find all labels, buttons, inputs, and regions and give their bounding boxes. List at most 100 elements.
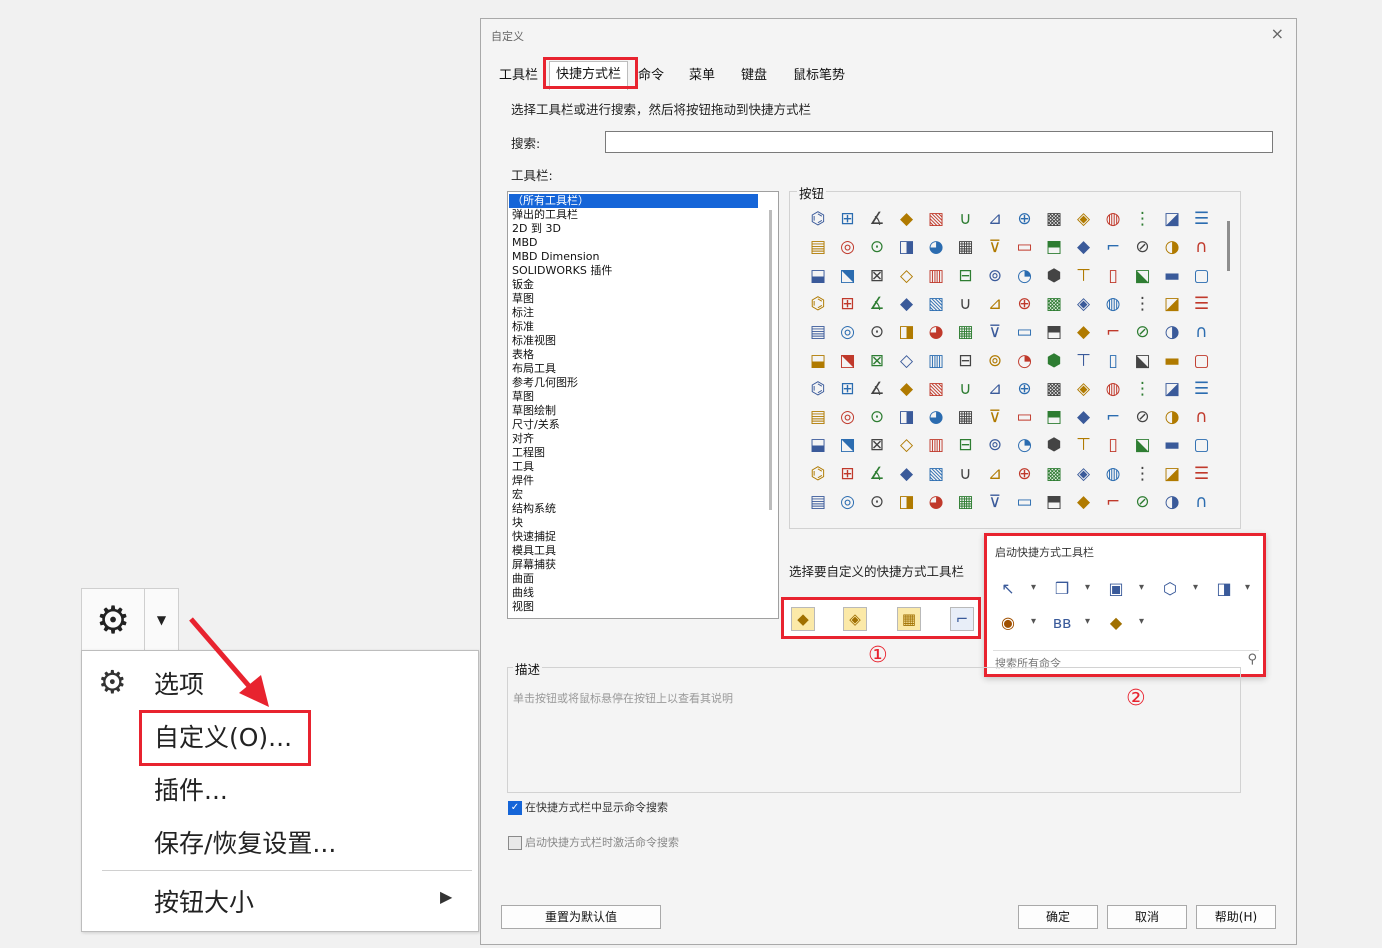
chevron-down-icon[interactable]: ▾ bbox=[1085, 616, 1090, 627]
toolbar-button-icon[interactable]: ◑ bbox=[1161, 406, 1183, 428]
toolbar-button-icon[interactable]: ◑ bbox=[1161, 321, 1183, 343]
toolbar-list-item[interactable]: 2D 到 3D bbox=[512, 222, 561, 236]
toolbar-button-icon[interactable]: ▦ bbox=[955, 491, 977, 513]
toolbar-button-icon[interactable]: ⬕ bbox=[1132, 350, 1154, 372]
toolbar-button-icon[interactable]: ∡ bbox=[866, 208, 888, 230]
toolbar-list-item[interactable]: 标注 bbox=[512, 306, 534, 320]
toolbar-button-icon[interactable]: ◍ bbox=[1102, 463, 1124, 485]
toolbar-button-icon[interactable]: ▢ bbox=[1191, 350, 1213, 372]
toolbar-list-item[interactable]: 表格 bbox=[512, 348, 534, 362]
toolbar-button-icon[interactable]: ▤ bbox=[807, 406, 829, 428]
toolbar-button-icon[interactable]: ∪ bbox=[955, 463, 977, 485]
toolbar-button-icon[interactable]: ◨ bbox=[896, 491, 918, 513]
toolbar-button-icon[interactable]: ∪ bbox=[955, 293, 977, 315]
toolbar-button-icon[interactable]: ⬒ bbox=[1043, 321, 1065, 343]
appearance-icon[interactable]: ◆ bbox=[1105, 612, 1127, 634]
toolbar-button-icon[interactable]: ◑ bbox=[1161, 236, 1183, 258]
toolbar-button-icon[interactable]: ⊙ bbox=[866, 406, 888, 428]
toolbar-button-icon[interactable]: ⬒ bbox=[1043, 406, 1065, 428]
toolbar-list-item[interactable]: 标准 bbox=[512, 320, 534, 334]
display-icon[interactable]: ◉ bbox=[997, 612, 1019, 634]
part-icon[interactable]: ◆ bbox=[791, 607, 815, 631]
toolbar-button-icon[interactable]: ⊕ bbox=[1014, 208, 1036, 230]
toolbar-button-icon[interactable]: ⬒ bbox=[1043, 236, 1065, 258]
toolbar-button-icon[interactable]: ⌬ bbox=[807, 463, 829, 485]
toolbar-button-icon[interactable]: ☰ bbox=[1191, 463, 1213, 485]
toolbar-list-item[interactable]: 对齐 bbox=[512, 432, 534, 446]
chevron-down-icon[interactable]: ▾ bbox=[1031, 616, 1036, 627]
toolbar-button-icon[interactable]: ◎ bbox=[837, 321, 859, 343]
toolbar-button-icon[interactable]: ⊚ bbox=[984, 265, 1006, 287]
toolbar-list[interactable]: （所有工具栏） 弹出的工具栏 2D 到 3D MBD MBD Dimension SOLI… bbox=[507, 191, 779, 619]
toolbar-button-icon[interactable]: ∡ bbox=[866, 463, 888, 485]
tab-mouse-gestures[interactable]: 鼠标笔势 bbox=[793, 63, 845, 89]
close-icon[interactable]: × bbox=[1271, 24, 1284, 43]
toolbar-button-icon[interactable]: ⌐ bbox=[1102, 406, 1124, 428]
toolbar-button-icon[interactable]: ◆ bbox=[896, 208, 918, 230]
toolbar-button-icon[interactable]: ▭ bbox=[1014, 406, 1036, 428]
cube-icon[interactable]: ❒ bbox=[1051, 578, 1073, 600]
view-orientation-icon[interactable]: ʙʙ bbox=[1051, 612, 1073, 634]
toolbar-button-icon[interactable]: ⬔ bbox=[837, 434, 859, 456]
toolbar-button-icon[interactable]: ◈ bbox=[1073, 463, 1095, 485]
toolbar-button-icon[interactable]: ⊕ bbox=[1014, 463, 1036, 485]
toolbar-button-icon[interactable]: ⊽ bbox=[984, 491, 1006, 513]
toolbar-button-icon[interactable]: ◍ bbox=[1102, 293, 1124, 315]
toolbar-button-icon[interactable]: ☰ bbox=[1191, 378, 1213, 400]
menu-item-button-size[interactable]: 按钮大小 bbox=[154, 883, 254, 919]
toolbar-button-icon[interactable]: ⊚ bbox=[984, 350, 1006, 372]
toolbar-button-icon[interactable]: ◆ bbox=[1073, 321, 1095, 343]
toolbar-list-item[interactable]: 草图 bbox=[512, 292, 534, 306]
toolbar-button-icon[interactable]: ◎ bbox=[837, 406, 859, 428]
scrollbar[interactable] bbox=[1227, 221, 1230, 271]
toolbar-button-icon[interactable]: ◆ bbox=[896, 378, 918, 400]
toolbar-button-icon[interactable]: ◪ bbox=[1161, 463, 1183, 485]
toolbar-button-icon[interactable]: ▯ bbox=[1102, 350, 1124, 372]
toolbar-button-icon[interactable]: ▩ bbox=[1043, 208, 1065, 230]
toolbar-button-icon[interactable]: ⊤ bbox=[1073, 265, 1095, 287]
toolbar-list-item[interactable]: 草图绘制 bbox=[512, 404, 556, 418]
toolbar-button-icon[interactable]: ⊙ bbox=[866, 491, 888, 513]
toolbar-button-icon[interactable]: ▥ bbox=[925, 434, 947, 456]
toolbar-button-icon[interactable]: ▢ bbox=[1191, 265, 1213, 287]
tab-menus[interactable]: 菜单 bbox=[689, 63, 715, 89]
toolbar-button-icon[interactable]: ◇ bbox=[896, 350, 918, 372]
toolbar-button-icon[interactable]: ⊤ bbox=[1073, 434, 1095, 456]
toolbar-button-icon[interactable]: ⋮ bbox=[1132, 378, 1154, 400]
toolbar-button-icon[interactable]: ◕ bbox=[925, 236, 947, 258]
toolbar-button-icon[interactable]: ◆ bbox=[1073, 491, 1095, 513]
toolbar-button-icon[interactable]: ⊿ bbox=[984, 378, 1006, 400]
show-command-search-checkbox[interactable]: ✓ bbox=[508, 801, 522, 815]
toolbar-list-item[interactable]: 曲线 bbox=[512, 586, 534, 600]
toolbar-button-icon[interactable]: ⊘ bbox=[1132, 406, 1154, 428]
toolbar-button-icon[interactable]: ⬓ bbox=[807, 265, 829, 287]
tab-toolbars[interactable]: 工具栏 bbox=[499, 63, 538, 89]
toolbar-button-icon[interactable]: ⌬ bbox=[807, 208, 829, 230]
toolbar-button-icon[interactable]: ⊠ bbox=[866, 265, 888, 287]
toolbar-button-icon[interactable]: ▬ bbox=[1161, 434, 1183, 456]
toolbar-button-icon[interactable]: ◆ bbox=[896, 293, 918, 315]
toolbar-button-icon[interactable]: ▯ bbox=[1102, 265, 1124, 287]
toolbar-list-item[interactable]: 快速捕捉 bbox=[512, 530, 556, 544]
toolbar-button-icon[interactable]: ▢ bbox=[1191, 434, 1213, 456]
menu-item-save-restore[interactable]: 保存/恢复设置... bbox=[154, 824, 336, 860]
toolbar-button-icon[interactable]: ◨ bbox=[896, 321, 918, 343]
toolbar-list-item[interactable]: 弹出的工具栏 bbox=[512, 208, 578, 222]
toolbar-button-icon[interactable]: ⋮ bbox=[1132, 293, 1154, 315]
toolbar-list-item[interactable]: （所有工具栏） bbox=[509, 194, 758, 208]
toolbar-button-icon[interactable]: ▬ bbox=[1161, 350, 1183, 372]
toolbar-list-item[interactable]: SOLIDWORKS 插件 bbox=[512, 264, 612, 278]
toolbar-button-icon[interactable]: ⊞ bbox=[837, 463, 859, 485]
toolbar-button-icon[interactable]: ⬕ bbox=[1132, 434, 1154, 456]
toolbar-button-icon[interactable]: ⊞ bbox=[837, 208, 859, 230]
toolbar-list-item[interactable]: 布局工具 bbox=[512, 362, 556, 376]
toolbar-button-icon[interactable]: ⋮ bbox=[1132, 208, 1154, 230]
toolbar-button-icon[interactable]: ⊽ bbox=[984, 321, 1006, 343]
toolbar-button-icon[interactable]: ▤ bbox=[807, 321, 829, 343]
toolbar-button-icon[interactable]: ☰ bbox=[1191, 208, 1213, 230]
toolbar-button-icon[interactable]: ◈ bbox=[1073, 293, 1095, 315]
sketch-icon[interactable]: ⌐ bbox=[950, 607, 974, 631]
toolbar-button-icon[interactable]: ▧ bbox=[925, 463, 947, 485]
ok-button[interactable]: 确定 bbox=[1018, 905, 1098, 929]
toolbar-button-icon[interactable]: ◨ bbox=[896, 236, 918, 258]
